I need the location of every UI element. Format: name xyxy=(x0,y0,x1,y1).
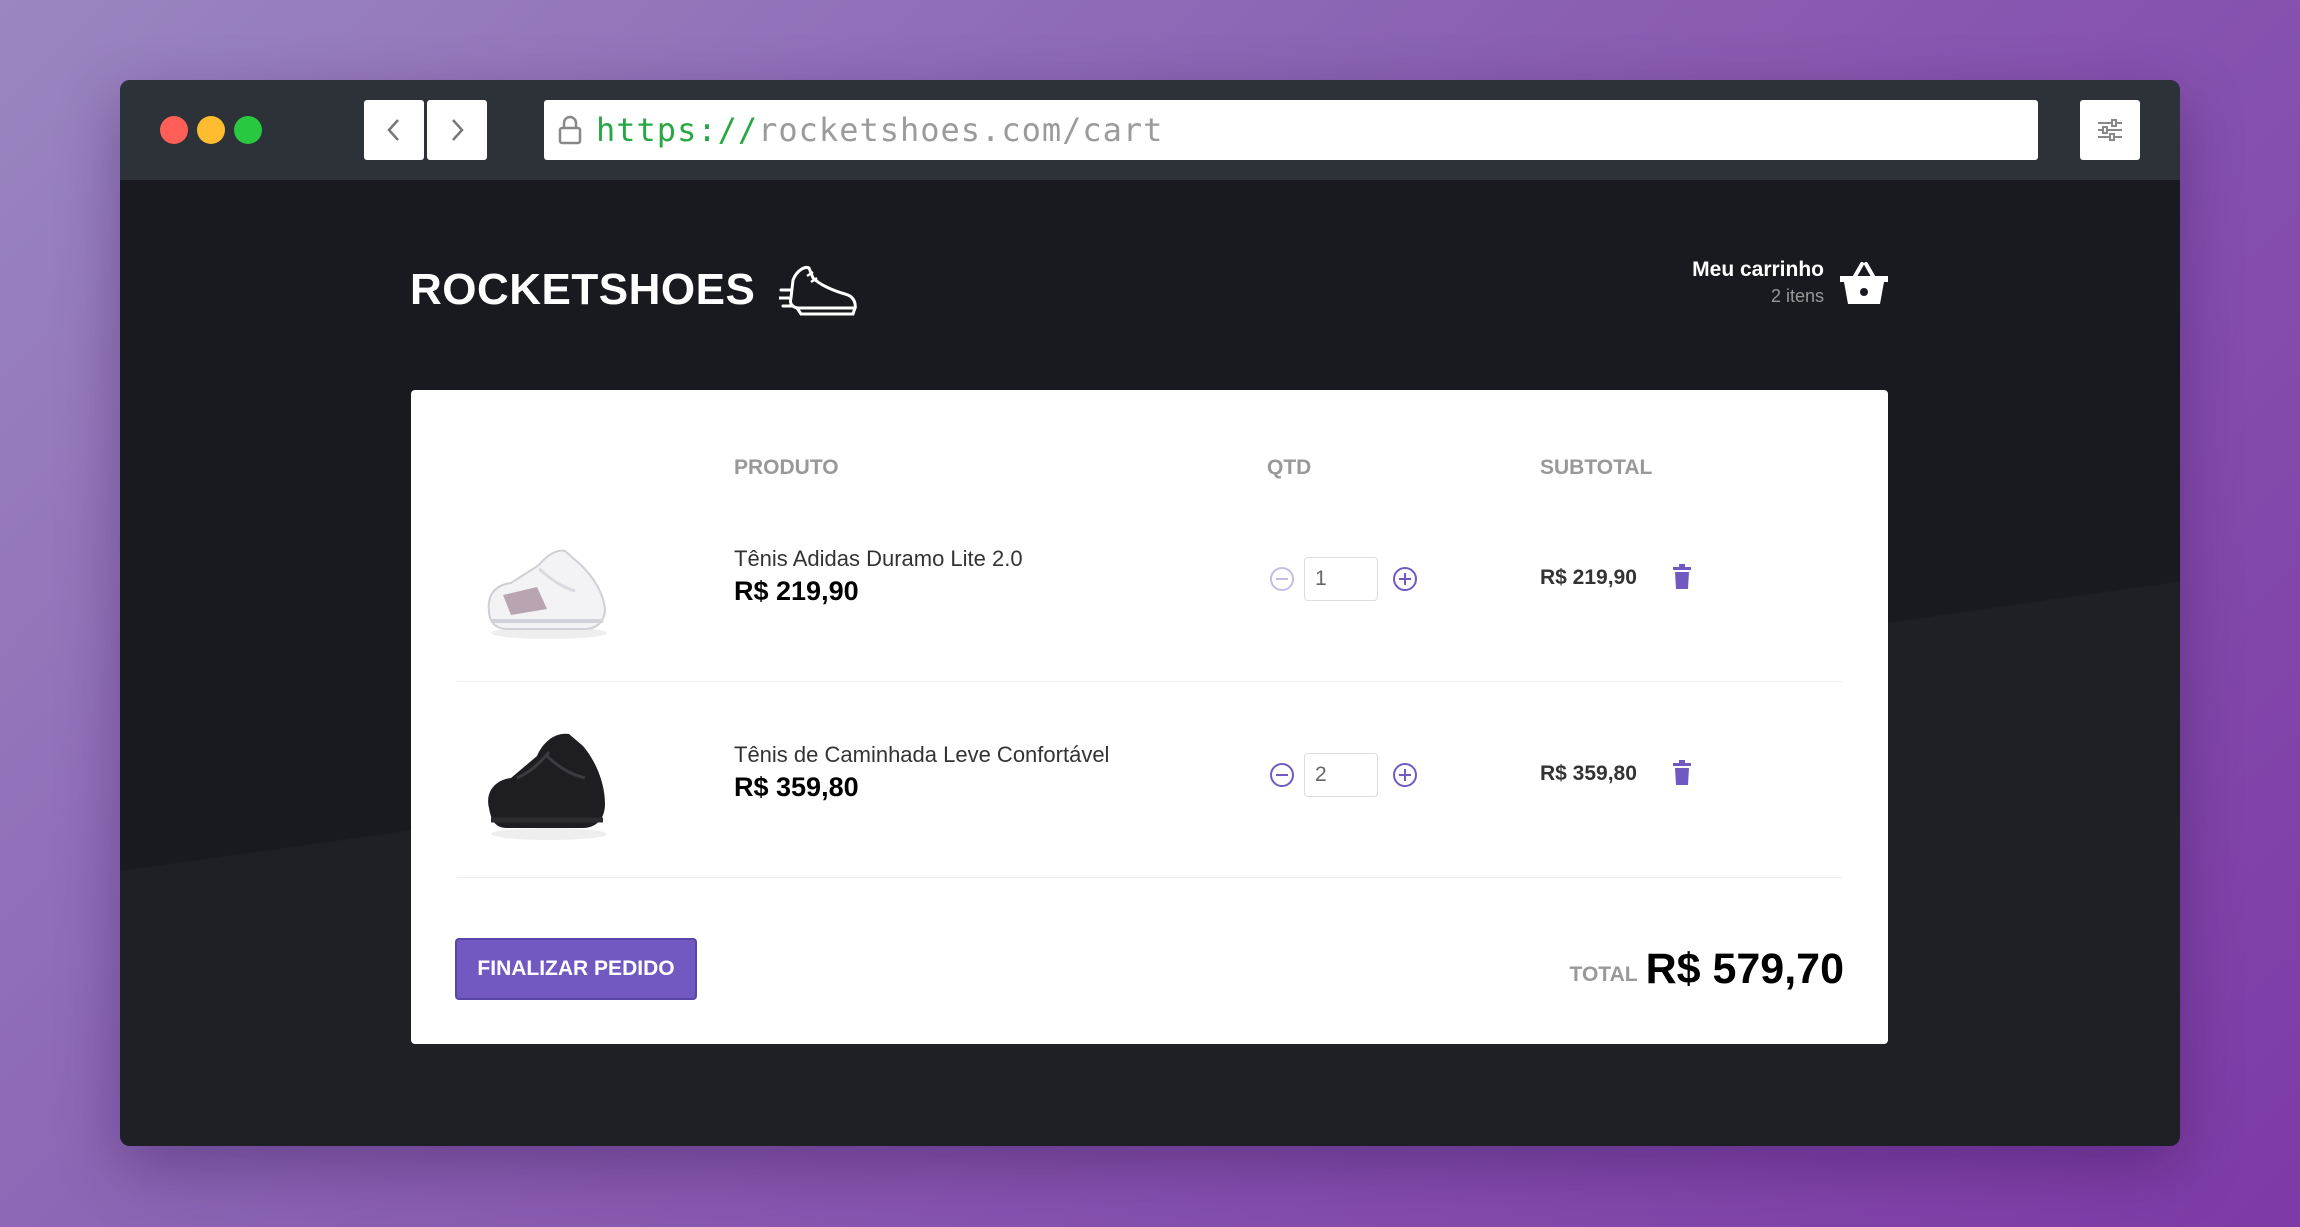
close-window-button[interactable] xyxy=(160,116,188,144)
column-header-subtotal: SUBTOTAL xyxy=(1540,456,1653,479)
url-path: rocketshoes.com/cart xyxy=(758,111,1164,149)
quantity-input[interactable] xyxy=(1304,753,1378,797)
product-name: Tênis de Caminhada Leve Confortável xyxy=(734,742,1110,767)
page-content: ROCKETSHOES Meu carrinho 2 itens PRODUTO… xyxy=(120,180,2180,1146)
cart-item-count: 2 itens xyxy=(1770,286,1824,306)
item-subtotal: R$ 219,90 xyxy=(1540,566,1637,589)
increase-quantity-button[interactable] xyxy=(1390,760,1420,790)
column-header-qty: QTD xyxy=(1267,456,1312,479)
trash-icon xyxy=(1673,760,1691,785)
lock-icon xyxy=(556,114,584,146)
cart-total: TOTAL R$ 579,70 xyxy=(1570,938,1844,1000)
product-price: R$ 219,90 xyxy=(734,576,859,606)
browser-window: https://rocketshoes.com/cart ROCKETSHOES xyxy=(120,80,2180,1146)
url-scheme: https:// xyxy=(596,111,759,149)
plus-circle-icon xyxy=(1393,763,1417,787)
browser-toolbar: https://rocketshoes.com/cart xyxy=(120,80,2180,180)
decrease-quantity-button[interactable] xyxy=(1267,564,1297,594)
sneaker-icon xyxy=(779,260,859,320)
remove-item-button[interactable] xyxy=(1667,560,1697,594)
cart-panel: PRODUTO QTD SUBTOTAL Tênis Adidas Duramo… xyxy=(411,390,1888,1044)
minimize-window-button[interactable] xyxy=(197,116,225,144)
logo-text: ROCKETSHOES xyxy=(410,265,756,314)
maximize-window-button[interactable] xyxy=(234,116,262,144)
product-price: R$ 359,80 xyxy=(734,772,859,802)
shopping-basket-icon xyxy=(1838,260,1890,306)
minus-circle-icon xyxy=(1270,567,1294,591)
sliders-icon xyxy=(2098,119,2122,141)
address-bar[interactable]: https://rocketshoes.com/cart xyxy=(544,100,2038,160)
product-image xyxy=(477,716,617,846)
total-value: R$ 579,70 xyxy=(1645,944,1844,993)
minus-circle-icon xyxy=(1270,763,1294,787)
plus-circle-icon xyxy=(1393,567,1417,591)
item-subtotal: R$ 359,80 xyxy=(1540,762,1637,785)
settings-button[interactable] xyxy=(2080,100,2140,160)
product-name: Tênis Adidas Duramo Lite 2.0 xyxy=(734,546,1023,571)
cart-summary[interactable]: Meu carrinho 2 itens xyxy=(1692,258,1890,307)
chevron-right-icon xyxy=(452,119,464,141)
table-row: Tênis Adidas Duramo Lite 2.0 R$ 219,90 1… xyxy=(457,486,1842,682)
back-button[interactable] xyxy=(364,100,424,160)
table-row: Tênis de Caminhada Leve Confortável R$ 3… xyxy=(457,682,1842,878)
checkout-button[interactable]: FINALIZAR PEDIDO xyxy=(455,938,697,1000)
forward-button[interactable] xyxy=(427,100,487,160)
site-header: ROCKETSHOES Meu carrinho 2 itens xyxy=(410,250,1890,330)
quantity-input[interactable] xyxy=(1304,557,1378,601)
chevron-left-icon xyxy=(387,119,399,141)
product-image xyxy=(477,520,617,650)
column-header-product: PRODUTO xyxy=(734,456,839,479)
cart-title: Meu carrinho xyxy=(1692,258,1824,281)
trash-icon xyxy=(1673,564,1691,589)
decrease-quantity-button[interactable] xyxy=(1267,760,1297,790)
total-label: TOTAL xyxy=(1569,963,1638,986)
logo[interactable]: ROCKETSHOES xyxy=(410,250,859,330)
increase-quantity-button[interactable] xyxy=(1390,564,1420,594)
remove-item-button[interactable] xyxy=(1667,756,1697,790)
